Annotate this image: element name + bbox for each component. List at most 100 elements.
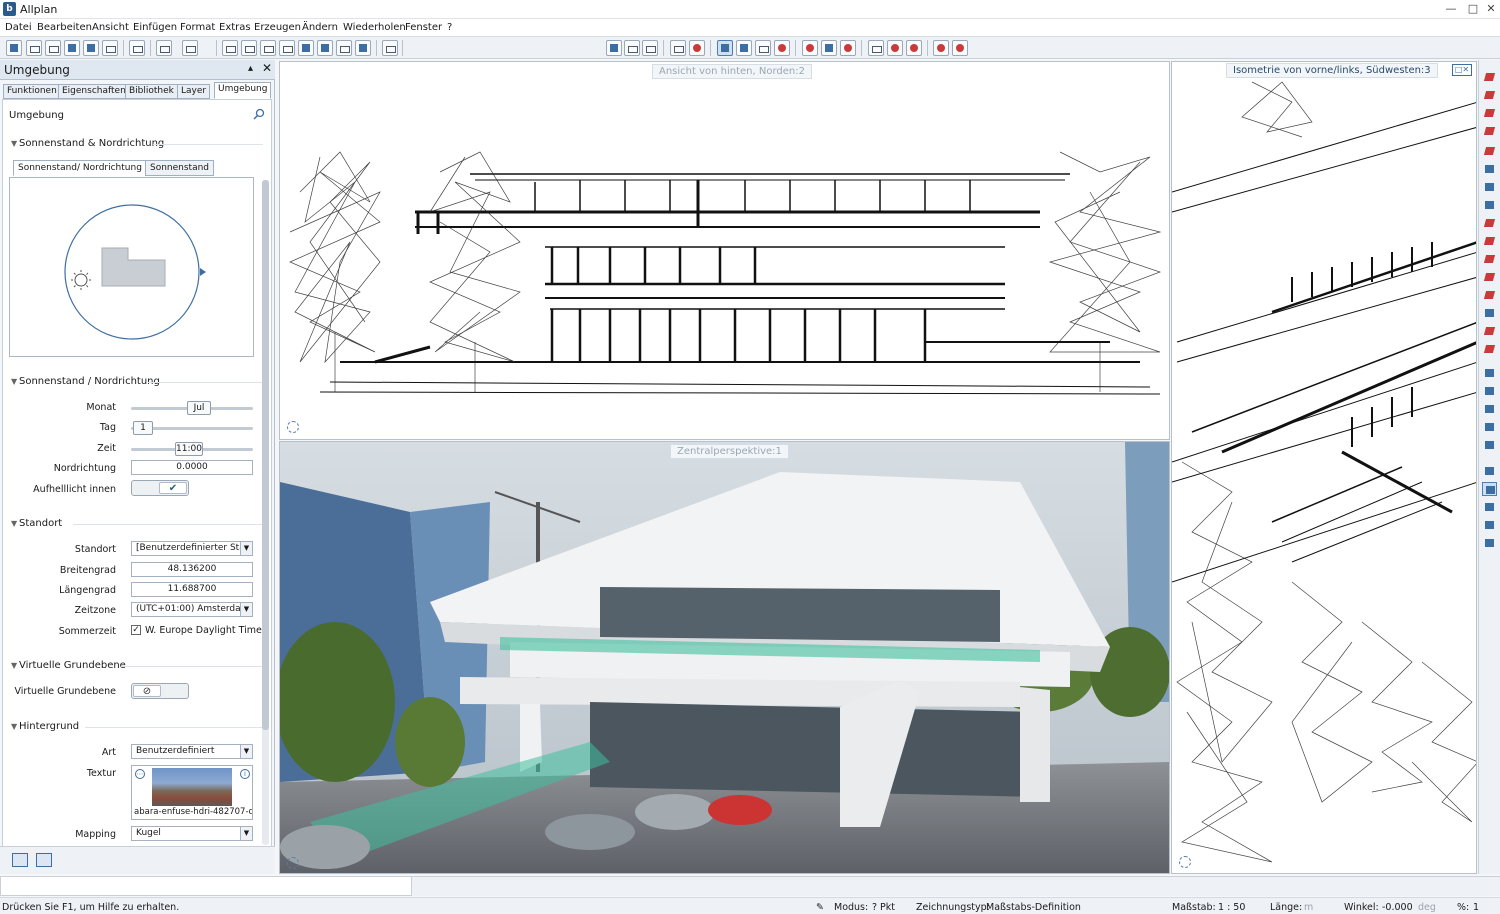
perspective-icon[interactable] bbox=[717, 40, 733, 56]
favorites-icon[interactable] bbox=[36, 853, 52, 867]
material-icon[interactable] bbox=[887, 40, 903, 56]
tab-funktionen[interactable]: Funktionen bbox=[3, 84, 61, 99]
texture-preview[interactable]: ⋯ i abara-enfuse-hdri-482707-c bbox=[131, 765, 253, 820]
command-line-input[interactable] bbox=[0, 876, 412, 896]
art-select[interactable]: Benutzerdefiniert ▼ bbox=[131, 744, 253, 759]
open-folder-icon[interactable] bbox=[12, 853, 28, 867]
close-palette-icon[interactable]: ✕ bbox=[262, 61, 272, 75]
texture-icon[interactable] bbox=[868, 40, 884, 56]
window-3-icon[interactable] bbox=[642, 40, 658, 56]
subtab-sun-north[interactable]: Sonnenstand/ Nordrichtung bbox=[13, 160, 147, 176]
pipette-icon[interactable] bbox=[1482, 366, 1497, 380]
array-icon[interactable] bbox=[1482, 288, 1497, 302]
edit-icon[interactable] bbox=[1482, 324, 1497, 338]
virtual-ground-toggle[interactable]: ⊘ bbox=[131, 683, 189, 699]
save-icon[interactable] bbox=[83, 40, 99, 56]
menu-bearbeiten[interactable]: Bearbeiten bbox=[37, 22, 92, 33]
menu-einfuegen[interactable]: Einfügen bbox=[133, 22, 177, 33]
tab-eigenschaften[interactable]: Eigenschaften bbox=[58, 84, 130, 99]
group-icon[interactable] bbox=[1482, 306, 1497, 320]
standort-select[interactable]: [Benutzerdefinierter Sta ▼ bbox=[131, 541, 253, 556]
viewport-nav-icon[interactable] bbox=[287, 857, 299, 869]
model-3d-icon[interactable] bbox=[355, 40, 371, 56]
menu-erzeugen[interactable]: Erzeugen bbox=[254, 22, 301, 33]
section-standort-header[interactable]: ▼ Standort bbox=[11, 518, 62, 529]
wall-icon[interactable] bbox=[1482, 124, 1497, 138]
move-icon[interactable] bbox=[1482, 198, 1497, 212]
menu-extras[interactable]: Extras bbox=[219, 22, 251, 33]
cut-icon[interactable] bbox=[222, 40, 238, 56]
scale-icon[interactable] bbox=[1482, 270, 1497, 284]
offset-icon[interactable] bbox=[1482, 216, 1497, 230]
mapping-select[interactable]: Kugel ▼ bbox=[131, 826, 253, 841]
zeichnungstyp-value[interactable]: Maßstabs-Definition bbox=[986, 902, 1081, 913]
section-sun-north-header[interactable]: ▼ Sonnenstand & Nordrichtung bbox=[11, 138, 164, 149]
animation-icon[interactable] bbox=[755, 40, 771, 56]
properties-icon[interactable] bbox=[298, 40, 314, 56]
tab-layer[interactable]: Layer bbox=[177, 84, 211, 99]
tab-bibliothek[interactable]: Bibliothek bbox=[125, 84, 178, 99]
laengengrad-input[interactable]: 11.688700 bbox=[131, 582, 253, 597]
tab-umgebung[interactable]: Umgebung bbox=[214, 82, 272, 99]
render-icon[interactable] bbox=[689, 40, 705, 56]
viewport-nav-icon[interactable] bbox=[1179, 856, 1191, 868]
viewport-isometric[interactable]: Isometrie von vorne/links, Südwesten:3 □… bbox=[1171, 61, 1477, 874]
menu-datei[interactable]: Datei bbox=[5, 22, 32, 33]
percent-value[interactable]: 1 bbox=[1473, 902, 1479, 913]
delete-icon[interactable] bbox=[279, 40, 295, 56]
sum-icon[interactable] bbox=[1482, 500, 1497, 514]
rotate-icon[interactable] bbox=[1482, 252, 1497, 266]
close-window-button[interactable]: ✕ bbox=[1480, 0, 1500, 19]
redo-icon[interactable] bbox=[182, 40, 198, 56]
print-icon[interactable] bbox=[102, 40, 118, 56]
section-hintergrund-header[interactable]: ▼ Hintergrund bbox=[11, 721, 79, 732]
menu-help[interactable]: ? bbox=[447, 22, 452, 33]
viewport-perspective[interactable]: Zentralperspektive:1 bbox=[279, 441, 1170, 874]
snap-icon[interactable] bbox=[1482, 482, 1497, 496]
winkel-value[interactable]: -0.000 bbox=[1382, 902, 1413, 913]
modus-value[interactable]: ? Pkt bbox=[872, 902, 895, 913]
scrollbar-thumb[interactable] bbox=[262, 180, 269, 730]
subtab-sun[interactable]: Sonnenstand bbox=[145, 160, 215, 176]
zeit-knob[interactable]: 11:00 bbox=[175, 442, 203, 456]
viewport-elevation[interactable]: Ansicht von hinten, Norden:2 bbox=[279, 61, 1170, 440]
sun-position-diagram[interactable] bbox=[9, 177, 254, 357]
mirror-icon[interactable] bbox=[1482, 162, 1497, 176]
window-2-icon[interactable] bbox=[624, 40, 640, 56]
viewport-nav-icon[interactable] bbox=[287, 421, 299, 433]
camera-icon[interactable] bbox=[774, 40, 790, 56]
filter-icon[interactable] bbox=[1482, 420, 1497, 434]
menu-fenster[interactable]: Fenster bbox=[405, 22, 442, 33]
paste-icon[interactable] bbox=[260, 40, 276, 56]
filter-select-icon[interactable] bbox=[1482, 402, 1497, 416]
section-virtual-header[interactable]: ▼ Virtuelle Grundebene bbox=[11, 660, 126, 671]
new-file-icon[interactable] bbox=[6, 40, 22, 56]
window-1-icon[interactable] bbox=[606, 40, 622, 56]
layers-icon[interactable] bbox=[1482, 384, 1497, 398]
funnel-icon[interactable] bbox=[1482, 518, 1497, 532]
monat-knob[interactable]: Jul bbox=[187, 401, 211, 415]
sommerzeit-checkbox[interactable]: ✓ bbox=[131, 625, 141, 635]
tag-knob[interactable]: 1 bbox=[133, 421, 153, 435]
palette-scrollbar[interactable] bbox=[262, 180, 269, 845]
copy-icon[interactable] bbox=[241, 40, 257, 56]
nordrichtung-input[interactable]: 0.0000 bbox=[131, 460, 253, 475]
hidden-line-icon[interactable] bbox=[736, 40, 752, 56]
menu-wiederholen[interactable]: Wiederholen bbox=[343, 22, 406, 33]
attribute-icon[interactable] bbox=[1482, 438, 1497, 452]
layer-icon[interactable] bbox=[336, 40, 352, 56]
surface-icon[interactable] bbox=[906, 40, 922, 56]
texture-options-icon[interactable]: ⋯ bbox=[135, 769, 145, 779]
info-icon[interactable]: i bbox=[240, 769, 250, 779]
line-icon[interactable] bbox=[1482, 88, 1497, 102]
measure-icon[interactable] bbox=[933, 40, 949, 56]
massstab-value[interactable]: 1 : 50 bbox=[1218, 902, 1245, 913]
aufhelllicht-toggle[interactable]: ✔ bbox=[131, 480, 189, 496]
menu-ansicht[interactable]: Ansicht bbox=[92, 22, 129, 33]
menu-format[interactable]: Format bbox=[180, 22, 215, 33]
section-sun-north2-header[interactable]: ▼ Sonnenstand / Nordrichtung bbox=[11, 376, 160, 387]
funnel-clear-icon[interactable] bbox=[1482, 536, 1497, 550]
open-project-icon[interactable] bbox=[45, 40, 61, 56]
arc-icon[interactable] bbox=[1482, 144, 1497, 158]
zoom-icon[interactable] bbox=[382, 40, 398, 56]
